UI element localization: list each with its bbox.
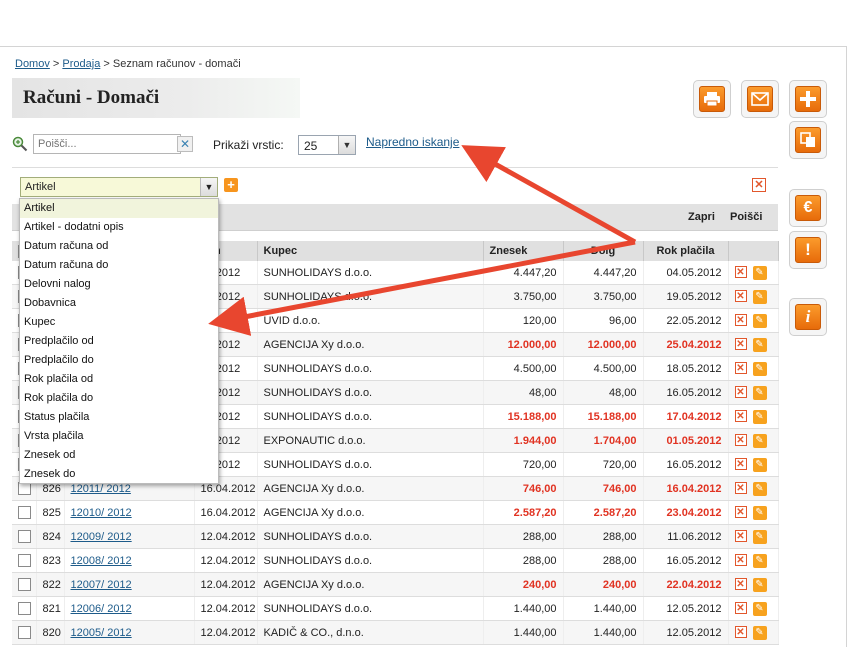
annotation-arrow-dropdown xyxy=(208,239,636,336)
annotation-arrow-advanced xyxy=(461,145,637,245)
annotation-arrows xyxy=(208,145,637,336)
